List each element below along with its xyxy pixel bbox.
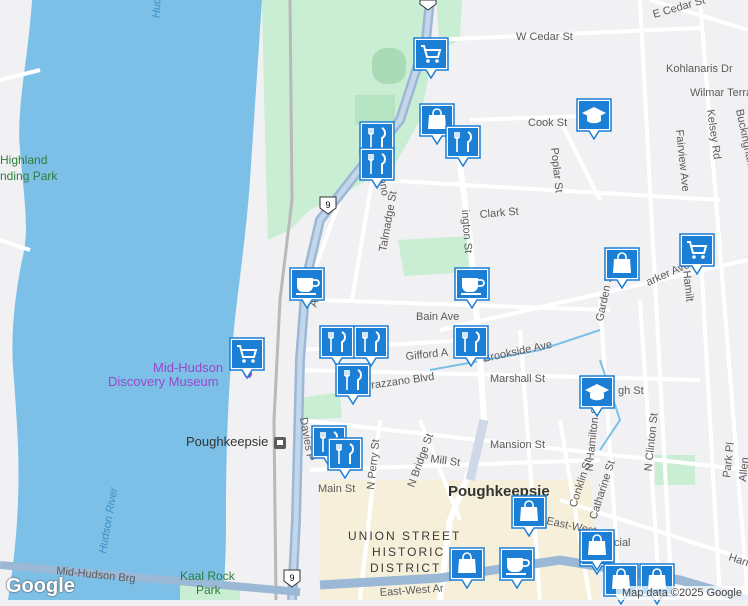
map-marker-cart-museum[interactable]	[228, 336, 266, 380]
shopping-bag-icon	[578, 528, 616, 572]
coffee-icon	[288, 266, 326, 310]
shopping-bag-icon	[448, 546, 486, 590]
cart-icon	[412, 36, 450, 80]
label-marshall-st: Marshall St	[490, 373, 545, 385]
restaurant-icon	[326, 436, 364, 480]
cart-icon	[228, 336, 266, 380]
map-canvas[interactable]: 9 9 E Cedar St W Cedar St Kohlanaris Dr …	[0, 0, 748, 600]
label-mid-hudson-museum-2: Discovery Museum	[108, 374, 219, 389]
coffee-icon	[498, 546, 536, 590]
label-hudson-river-top: Hud	[151, 0, 164, 18]
map-attribution[interactable]: Map data ©2025 Google	[615, 586, 748, 600]
label-wilmar-terrace: Wilmar Terrace	[690, 87, 748, 99]
label-mansion-st: Mansion St	[490, 439, 545, 451]
map-marker-restaurant-verrazzano[interactable]	[334, 362, 372, 406]
map-marker-bag-commercial-2[interactable]	[578, 528, 616, 572]
restaurant-icon	[452, 324, 490, 368]
label-kohlanaris-dr: Kohlanaris Dr	[666, 63, 733, 75]
map-marker-bag-downtown[interactable]	[510, 494, 548, 538]
restaurant-icon	[358, 146, 396, 190]
label-bain-ave: Bain Ave	[416, 311, 459, 323]
map-marker-restaurant-hospital-2[interactable]	[358, 146, 396, 190]
sports-field	[372, 48, 406, 84]
map-marker-school-cook[interactable]	[575, 97, 613, 141]
label-cook-st: Cook St	[528, 117, 567, 129]
label-main-st: Main St	[318, 483, 355, 495]
label-mid-hudson-museum-1: Mid-Hudson	[153, 360, 223, 375]
label-kaal-rock-park-2: Park	[196, 583, 222, 597]
label-cial: cial	[614, 537, 631, 549]
restaurant-icon	[334, 362, 372, 406]
map-marker-school-high[interactable]	[578, 374, 616, 418]
school-icon	[578, 374, 616, 418]
restaurant-icon	[444, 124, 482, 168]
hudson-river	[8, 0, 262, 600]
shopping-bag-icon	[603, 246, 641, 290]
map-marker-restaurant-main-2[interactable]	[326, 436, 364, 480]
svg-text:9: 9	[289, 573, 294, 583]
label-union-street-1: UNION STREET	[348, 529, 461, 543]
google-logo: Google	[6, 575, 75, 597]
label-w-cedar-st: W Cedar St	[516, 31, 573, 43]
label-high-st: gh St	[618, 385, 644, 397]
map-marker-cart-east[interactable]	[678, 232, 716, 276]
svg-text:9: 9	[325, 200, 330, 210]
map-marker-cart-cedar[interactable]	[412, 36, 450, 80]
label-highland-landing-park-2: nding Park	[0, 169, 58, 183]
label-kaal-rock-park-1: Kaal Rock	[180, 569, 236, 583]
school-icon	[575, 97, 613, 141]
map-marker-coffee-arterial[interactable]	[498, 546, 536, 590]
shopping-bag-icon	[510, 494, 548, 538]
map-marker-bag-arterial[interactable]	[448, 546, 486, 590]
label-allen: Allen	[737, 457, 748, 483]
train-station-icon[interactable]	[274, 437, 286, 449]
map-marker-restaurant-washington[interactable]	[452, 324, 490, 368]
label-union-street-3: DISTRICT	[370, 561, 441, 575]
coffee-icon	[453, 266, 491, 310]
cart-icon	[678, 232, 716, 276]
label-highland-landing-park-1: Highland	[0, 153, 47, 167]
map-marker-restaurant-north[interactable]	[444, 124, 482, 168]
map-marker-coffee-bain[interactable]	[453, 266, 491, 310]
label-poughkeepsie-station: Poughkeepsie	[186, 434, 268, 449]
map-marker-bag-parker[interactable]	[603, 246, 641, 290]
label-union-street-2: HISTORIC	[372, 545, 445, 559]
map-marker-coffee-albany[interactable]	[288, 266, 326, 310]
